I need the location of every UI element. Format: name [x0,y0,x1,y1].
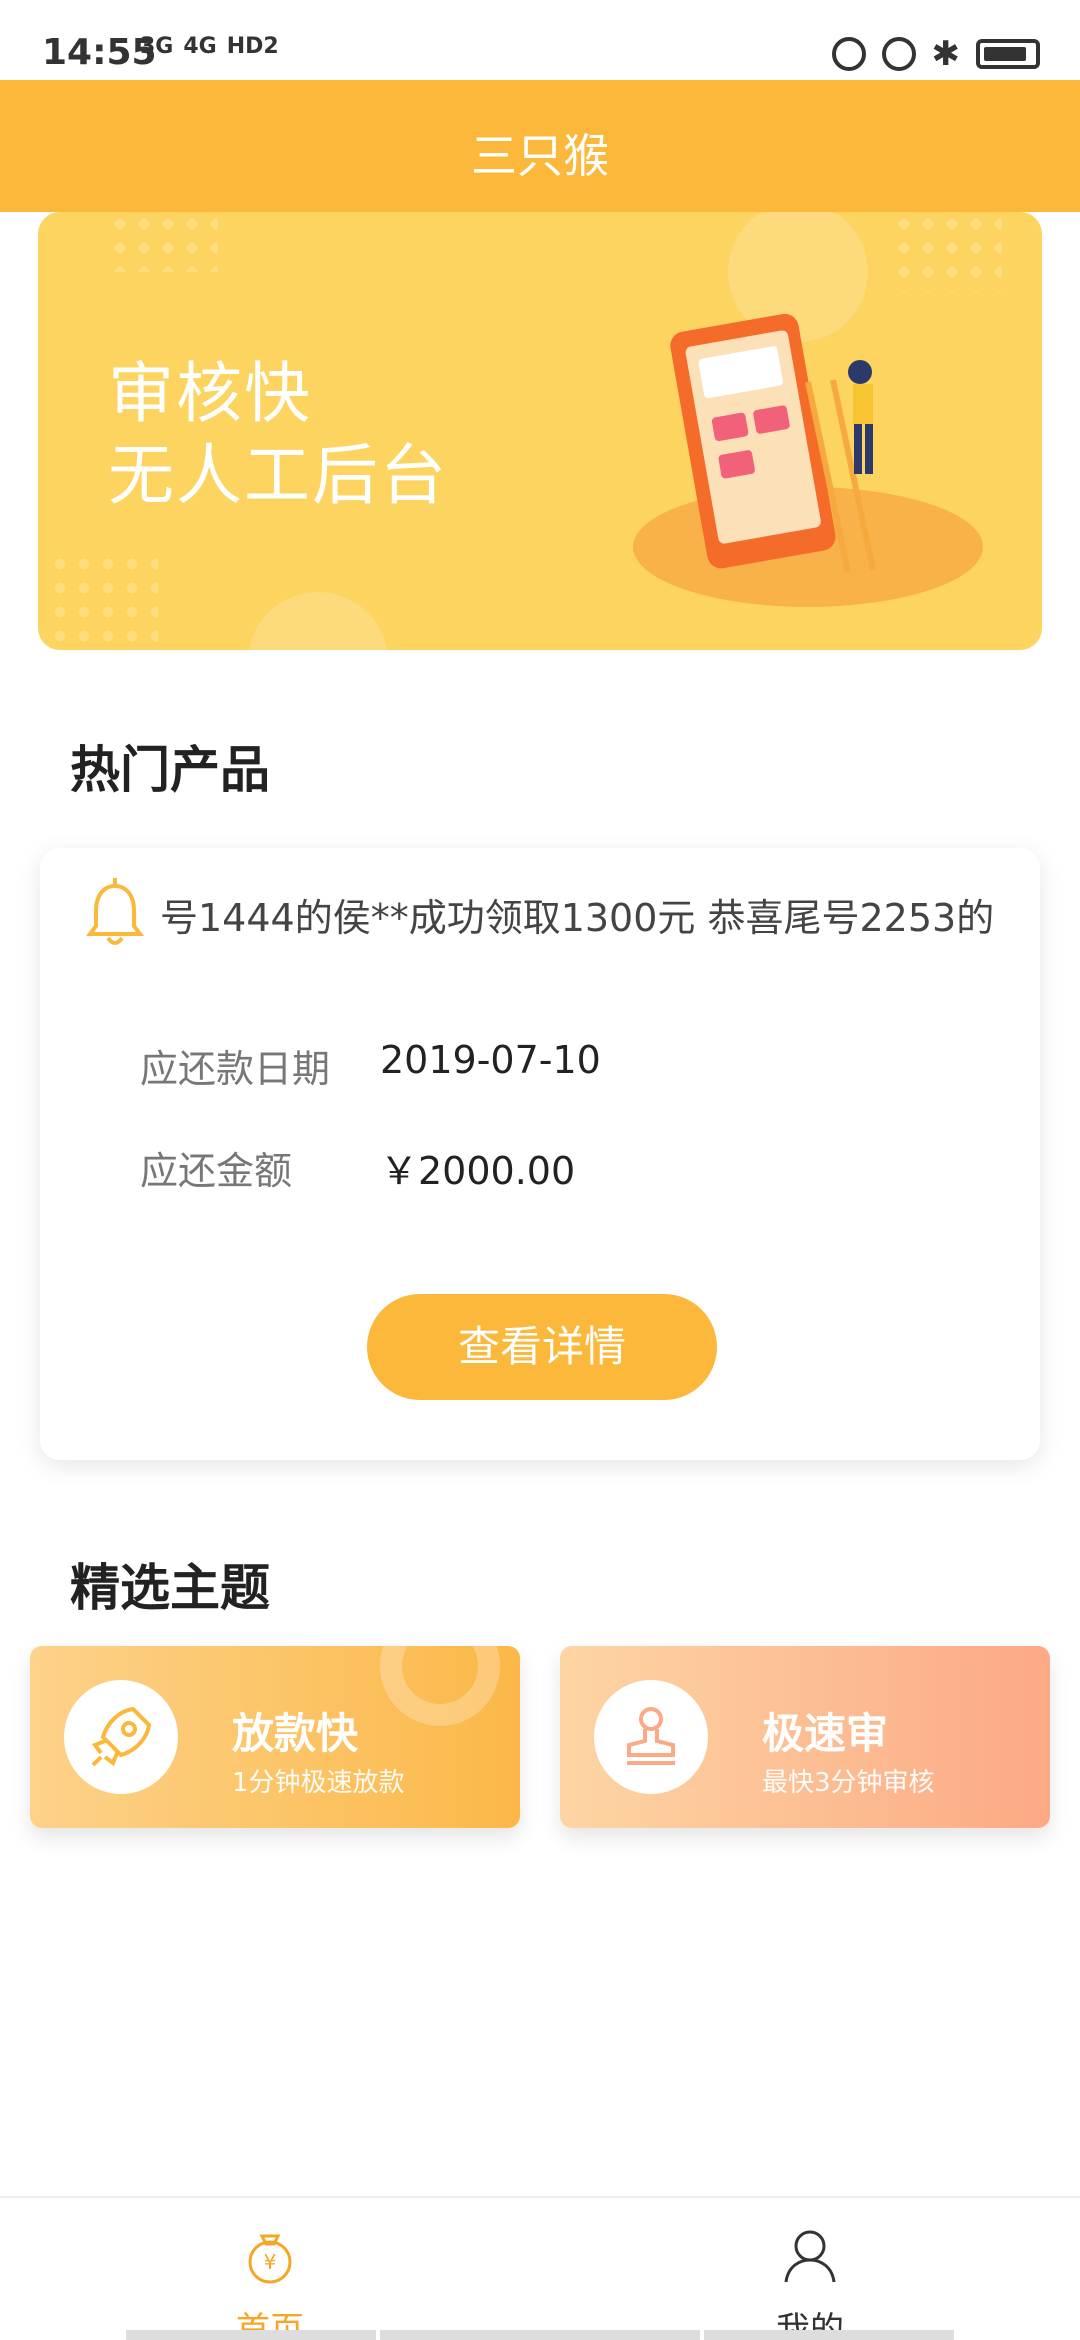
battery-icon [976,39,1040,69]
app-header: 三只猴 [0,80,1080,212]
section-title-featured: 精选主题 [70,1559,270,1617]
notification-marquee: 号1444的侯**成功领取1300元 恭喜尾号2253的 [160,896,995,940]
theme-subtitle: 1分钟极速放款 [232,1768,405,1798]
theme-subtitle: 最快3分钟审核 [762,1768,935,1798]
gesture-bar [380,2330,700,2340]
bottom-nav: ¥ 首页 我的 [0,2196,1080,2340]
page-title: 三只猴 [471,129,609,183]
view-details-button[interactable]: 查看详情 [367,1294,717,1400]
stamp-icon [627,1707,675,1765]
theme-icon-wrapper [64,1680,178,1794]
banner-headline-2: 无人工后台 [108,437,448,514]
section-title-hot-products: 热门产品 [70,741,270,799]
promo-banner[interactable]: 审核快 无人工后台 [38,212,1042,650]
data-saver-icon [831,37,866,71]
status-icons: ✱ [831,34,1040,74]
bluetooth-icon: ✱ [931,34,961,74]
theme-card-fast-review[interactable]: 极速审 最快3分钟审核 [560,1646,1050,1828]
svg-text:¥: ¥ [264,2250,277,2274]
signal-4g-icon: 4G [183,34,217,59]
app-root: 14:55 3G 4G HD2 ✱ 三只猴 审核快 无人工后台 热门产品 号14… [0,0,1080,2340]
product-card: 号1444的侯**成功领取1300元 恭喜尾号2253的 应还款日期 2019-… [40,848,1040,1460]
rocket-icon [91,1706,152,1767]
hd-icon: HD2 [226,34,279,59]
nav-mine[interactable]: 我的 [710,2218,910,2340]
status-bar: 14:55 3G 4G HD2 ✱ [0,0,1080,80]
user-icon [784,2230,836,2283]
due-amount-label: 应还金额 [140,1149,293,1193]
money-bag-icon: ¥ [248,2234,292,2284]
dot-pattern [108,212,218,272]
lock-icon [881,37,916,71]
nav-home[interactable]: ¥ 首页 [170,2218,370,2340]
gesture-bar [126,2330,376,2340]
due-date-label: 应还款日期 [140,1047,331,1091]
phone-illustration [633,313,983,607]
dot-pattern [48,552,158,650]
theme-card-fast-loan[interactable]: 放款快 1分钟极速放款 [30,1646,520,1828]
due-date-value: 2019-07-10 [380,1038,601,1082]
decor-circle [248,592,388,650]
theme-title: 放款快 [232,1709,359,1758]
bell-icon [86,878,144,945]
theme-icon-wrapper [594,1680,708,1794]
signal-3g-icon: 3G [140,34,174,59]
gesture-bar [704,2330,954,2340]
decor-ring [380,1646,500,1726]
due-amount-value: ￥2000.00 [380,1149,576,1193]
theme-title: 极速审 [762,1709,889,1758]
signal-indicators: 3G 4G HD2 [140,34,279,59]
